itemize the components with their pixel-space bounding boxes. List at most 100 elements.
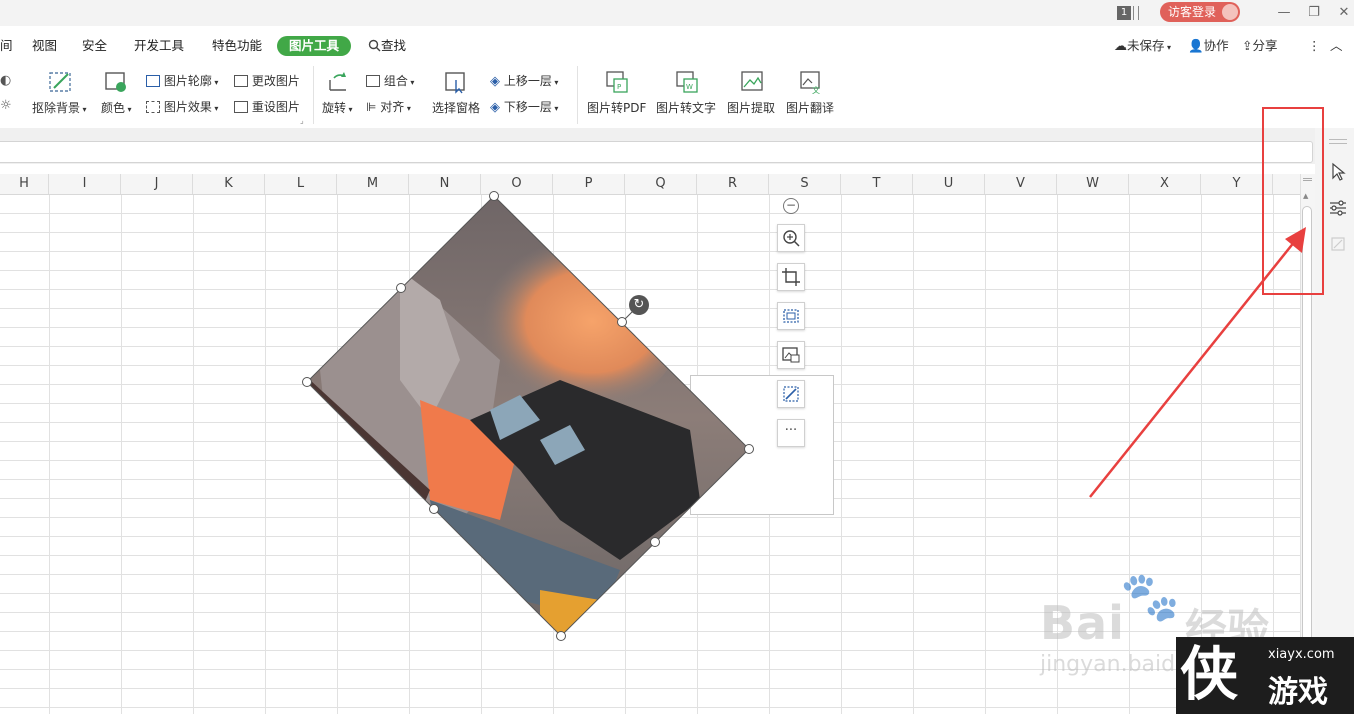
group-button[interactable]: 组合 ▾: [366, 72, 414, 89]
tab-picture-tools[interactable]: 图片工具: [277, 36, 352, 56]
pic-to-text-button[interactable]: 图片转文字: [656, 99, 716, 116]
column-header-cell[interactable]: S: [769, 174, 841, 194]
color-button[interactable]: 颜色 ▾: [101, 99, 132, 116]
column-header-cell[interactable]: W: [1057, 174, 1129, 194]
tab-partial[interactable]: 间: [0, 36, 13, 56]
unsaved-button[interactable]: ☁未保存 ▾: [1114, 36, 1171, 56]
watermark-brand: Bai: [1040, 596, 1125, 650]
pic-to-text-icon[interactable]: W: [674, 69, 700, 98]
column-header-cell[interactable]: U: [913, 174, 985, 194]
formula-input[interactable]: [0, 141, 1313, 163]
picture-frame-button[interactable]: [777, 302, 805, 330]
guest-login-label: 访客登录: [1168, 5, 1217, 19]
resize-handle[interactable]: [489, 191, 499, 201]
bring-forward-button[interactable]: ◈ 上移一层 ▾: [490, 72, 558, 89]
rotated-picture[interactable]: [300, 190, 760, 645]
column-header-cell[interactable]: V: [985, 174, 1057, 194]
disabled-tool-button[interactable]: [1329, 235, 1347, 256]
search-button[interactable]: 查找: [368, 36, 406, 56]
toolbar-collapse-button[interactable]: −: [783, 198, 799, 214]
chevron-down-icon: ▾: [407, 78, 415, 87]
more-options-button[interactable]: ···: [777, 419, 805, 447]
avatar-icon: [1222, 4, 1239, 20]
align-icon: ⊫: [366, 100, 377, 114]
column-header-cell[interactable]: I: [49, 174, 121, 194]
crop-button[interactable]: [777, 263, 805, 291]
pic-extract-button[interactable]: 图片提取: [727, 99, 775, 116]
close-button[interactable]: ✕: [1335, 4, 1353, 22]
share-button[interactable]: ⇪分享: [1242, 36, 1278, 56]
column-header-cell[interactable]: T: [841, 174, 913, 194]
pic-translate-button[interactable]: 图片翻译: [786, 99, 834, 116]
chevron-down-icon: ▾: [80, 105, 87, 114]
reset-picture-icon: [234, 101, 248, 113]
change-picture-button[interactable]: 更改图片: [234, 72, 300, 89]
svg-text:文: 文: [812, 85, 820, 95]
picture-frame-icon: [783, 309, 799, 323]
select-cursor-button[interactable]: [1329, 162, 1347, 185]
tab-security[interactable]: 安全: [82, 36, 107, 56]
dialog-launcher-icon[interactable]: ⌟: [300, 116, 304, 125]
partial-settings-icon[interactable]: ☼: [0, 98, 12, 113]
cloud-icon: ☁: [1114, 39, 1127, 54]
minimize-button[interactable]: —: [1275, 4, 1293, 22]
rotate-label: 旋转: [322, 101, 347, 115]
more-menu-icon[interactable]: ⋮: [1308, 36, 1321, 56]
remove-background-button[interactable]: 抠除背景 ▾: [32, 99, 87, 116]
chevron-down-icon: ▾: [1164, 43, 1172, 52]
chevron-down-icon: ▾: [551, 104, 559, 113]
pic-to-pdf-button[interactable]: 图片转PDF: [587, 99, 646, 116]
reset-picture-button[interactable]: 重设图片: [234, 98, 300, 115]
restore-button[interactable]: ❐: [1305, 4, 1323, 22]
window-count-badge[interactable]: 1: [1117, 6, 1131, 20]
resize-handle[interactable]: [396, 283, 406, 293]
tab-features[interactable]: 特色功能: [212, 36, 262, 56]
remove-background-icon[interactable]: [48, 70, 74, 97]
rotate-handle-icon[interactable]: ↻: [629, 295, 649, 315]
pic-extract-icon[interactable]: [739, 69, 765, 98]
rotate-button[interactable]: 旋转 ▾: [322, 99, 353, 116]
change-picture-label: 更改图片: [251, 74, 300, 88]
bring-forward-icon: ◈: [490, 74, 500, 89]
collab-button[interactable]: 👤协作: [1188, 36, 1229, 56]
picture-effect-button[interactable]: 图片效果 ▾: [146, 98, 218, 115]
align-label: 对齐: [380, 100, 405, 114]
color-icon[interactable]: [104, 70, 128, 97]
column-header-cell[interactable]: X: [1129, 174, 1201, 194]
zoom-in-button[interactable]: [777, 224, 805, 252]
rotate-icon[interactable]: [326, 70, 350, 97]
picture-outline-button[interactable]: 图片轮廓 ▾: [146, 72, 218, 89]
chevron-down-icon: ▾: [125, 105, 132, 114]
effect-label: 图片效果: [163, 100, 212, 114]
tab-view[interactable]: 视图: [32, 36, 57, 56]
align-button[interactable]: ⊫ 对齐 ▾: [366, 98, 411, 115]
resize-handle[interactable]: [744, 444, 754, 454]
column-header-cell[interactable]: K: [193, 174, 265, 194]
property-settings-button[interactable]: [1328, 199, 1348, 220]
pic-to-pdf-icon[interactable]: P: [604, 69, 630, 98]
selection-pane-icon[interactable]: [444, 70, 468, 97]
resize-handle[interactable]: [302, 377, 312, 387]
collapse-ribbon-icon[interactable]: ︿: [1330, 36, 1343, 56]
window-list-icon[interactable]: [1133, 6, 1139, 20]
send-backward-button[interactable]: ◈ 下移一层 ▾: [490, 98, 558, 115]
tab-developer[interactable]: 开发工具: [134, 36, 184, 56]
pic-translate-icon[interactable]: 文: [798, 69, 824, 98]
resize-handle[interactable]: [617, 317, 627, 327]
resize-handle[interactable]: [429, 504, 439, 514]
resize-handle[interactable]: [650, 537, 660, 547]
column-header-cell[interactable]: J: [121, 174, 193, 194]
send-backward-icon: ◈: [490, 100, 500, 115]
resize-handle[interactable]: [556, 631, 566, 641]
selection-pane-button[interactable]: 选择窗格: [432, 99, 480, 116]
partial-crop-icon[interactable]: ◐: [0, 73, 11, 88]
picture-adjust-button[interactable]: [777, 341, 805, 369]
chevron-down-icon: ▾: [346, 105, 353, 114]
site-logo-badge: 侠 xiayx.com 游戏: [1176, 637, 1354, 714]
remove-background-quick-button[interactable]: [777, 380, 805, 408]
column-header-cell[interactable]: H: [0, 174, 49, 194]
user-icon: 👤: [1188, 38, 1204, 53]
guest-login-button[interactable]: 访客登录: [1160, 2, 1241, 22]
chevron-down-icon: ▾: [404, 104, 411, 113]
search-label: 查找: [381, 38, 407, 53]
